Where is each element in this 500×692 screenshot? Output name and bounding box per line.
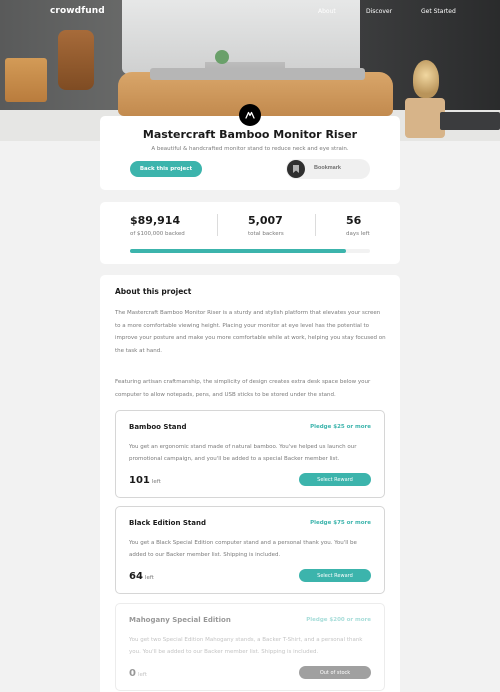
days-count: 56 [346, 214, 362, 227]
reward-name: Black Edition Stand [129, 519, 206, 527]
backed-amount: $89,914 [130, 214, 181, 227]
nav-link-about[interactable]: About [318, 8, 336, 15]
stat-backers: 5,007 total backers [248, 214, 284, 237]
hero-riser-top [150, 68, 365, 80]
bookmark-label: Bookmark [314, 165, 341, 171]
reward-remaining: 101 left [129, 475, 161, 486]
apple-logo-icon [236, 4, 248, 18]
bookmark-icon [287, 160, 305, 178]
reward-left-count: 101 [129, 475, 150, 486]
reward-pledge: Pledge $25 or more [310, 424, 371, 430]
reward-remaining: 64 left [129, 571, 154, 582]
stat-backed: $89,914 of $100,000 backed [130, 214, 185, 237]
reward-name: Bamboo Stand [129, 423, 187, 431]
about-paragraph: Featuring artisan craftmanship, the simp… [115, 379, 371, 398]
days-label: days left [346, 231, 370, 237]
select-reward-button[interactable]: Select Reward [299, 569, 371, 582]
reward-pledge: Pledge $200 or more [306, 617, 371, 623]
reward-left-label: left [144, 575, 154, 581]
mastercraft-logo-icon [239, 104, 261, 126]
about-paragraph: The Mastercraft Bamboo Monitor Riser is … [115, 310, 386, 354]
stats-card: $89,914 of $100,000 backed 5,007 total b… [100, 202, 400, 264]
reward-left-label: left [151, 479, 161, 485]
select-reward-button[interactable]: Select Reward [299, 473, 371, 486]
about-card: About this project The Mastercraft Bambo… [100, 275, 400, 692]
bookmark-button[interactable]: Bookmark [286, 159, 370, 179]
nav-link-discover[interactable]: Discover [366, 8, 392, 15]
hero-speaker [58, 30, 94, 90]
hero-keyboard [440, 112, 500, 130]
reward-description: You get an ergonomic stand made of natur… [129, 444, 357, 462]
divider [315, 214, 316, 236]
reward-card-black-edition: Black Edition Stand Pledge $75 or more Y… [115, 506, 385, 594]
back-project-button[interactable]: Back this project [130, 161, 202, 177]
hero-lamp-base [405, 98, 445, 138]
nav-link-get-started[interactable]: Get Started [421, 8, 456, 15]
backers-label: total backers [248, 231, 284, 237]
stat-days: 56 days left [346, 214, 370, 237]
reward-pledge: Pledge $75 or more [310, 520, 371, 526]
out-of-stock-button: Out of stock [299, 666, 371, 679]
progress-bar [130, 249, 370, 253]
page-title: Mastercraft Bamboo Monitor Riser [142, 128, 358, 141]
backed-label: of $100,000 backed [130, 231, 185, 237]
reward-description: You get two Special Edition Mahogany sta… [129, 637, 363, 655]
reward-left-count: 64 [129, 571, 143, 582]
reward-left-label: left [137, 672, 147, 678]
project-header-card: Mastercraft Bamboo Monitor Riser A beaut… [100, 116, 400, 190]
reward-description: You get a Black Special Edition computer… [129, 540, 357, 558]
reward-name: Mahogany Special Edition [129, 616, 231, 624]
reward-left-count: 0 [129, 668, 136, 679]
reward-card-mahogany: Mahogany Special Edition Pledge $200 or … [115, 603, 385, 691]
project-subtitle: A beautiful & handcrafted monitor stand … [151, 146, 349, 152]
divider [217, 214, 218, 236]
backers-count: 5,007 [248, 214, 283, 227]
hero-plant [215, 50, 229, 64]
reward-remaining: 0 left [129, 668, 147, 679]
hero-pen-cup [5, 58, 47, 102]
hero-bulb [413, 60, 439, 98]
reward-card-bamboo: Bamboo Stand Pledge $25 or more You get … [115, 410, 385, 498]
logo[interactable]: crowdfund [50, 6, 105, 16]
progress-bar-fill [130, 249, 346, 253]
about-heading: About this project [115, 287, 192, 296]
